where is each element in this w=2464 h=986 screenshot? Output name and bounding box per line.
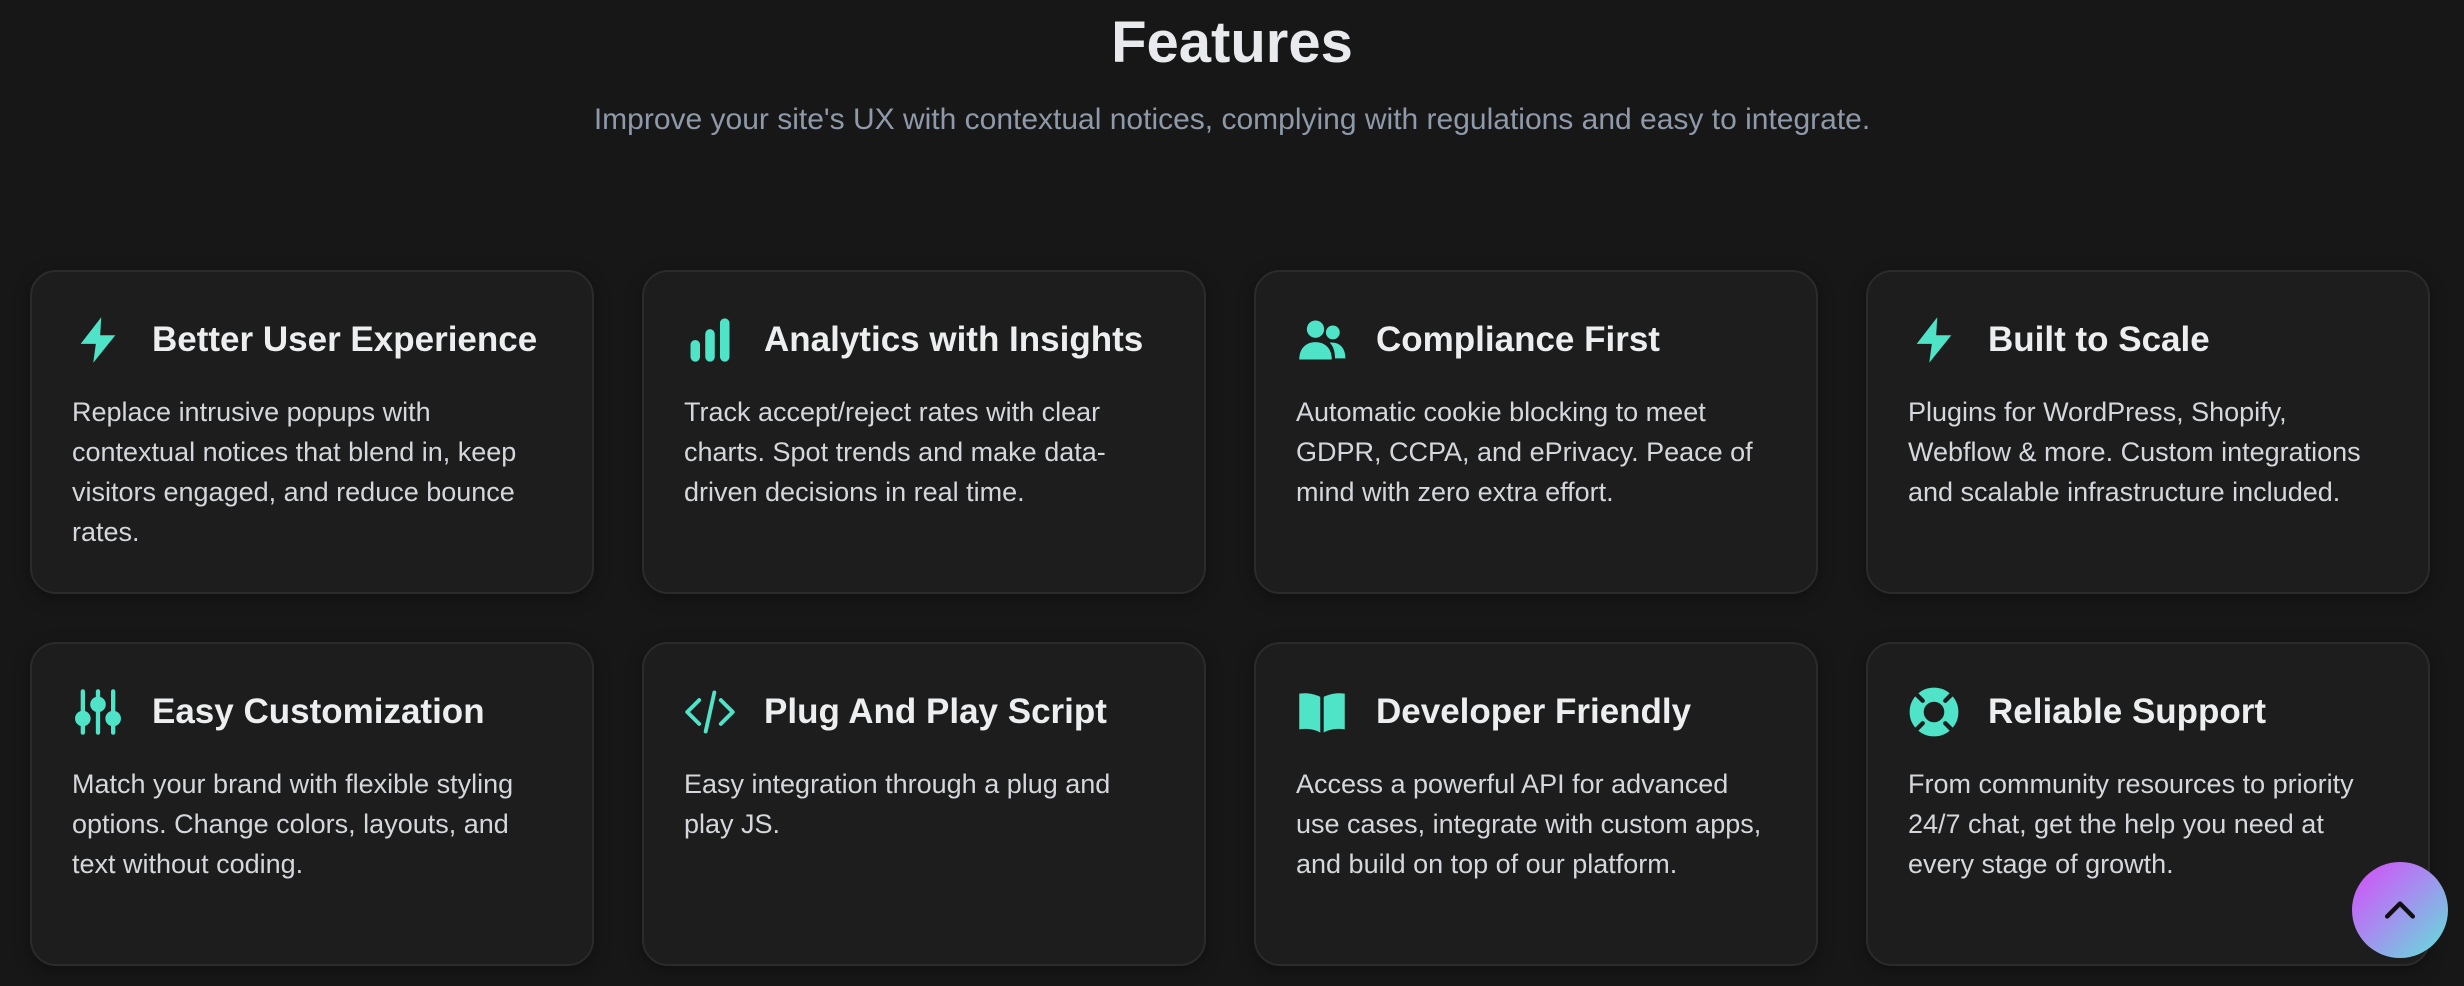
sliders-icon: [72, 686, 124, 738]
feature-description: Automatic cookie blocking to meet GDPR, …: [1296, 397, 1753, 507]
feature-description: Replace intrusive popups with contextual…: [72, 397, 517, 547]
chevron-up-icon: [2384, 901, 2416, 919]
scroll-to-top-button[interactable]: [2352, 862, 2448, 958]
feature-title: Plug And Play Script: [764, 692, 1107, 731]
feature-card-easy-customization: Easy Customization Match your brand with…: [30, 642, 594, 966]
feature-description: Match your brand with flexible styling o…: [72, 769, 514, 879]
lightning-icon: [1908, 314, 1960, 366]
feature-description: Easy integration through a plug and play…: [684, 769, 1111, 839]
feature-title: Built to Scale: [1988, 320, 2210, 359]
feature-card-reliable-support: Reliable Support From community resource…: [1866, 642, 2430, 966]
feature-card-analytics-with-insights: Analytics with Insights Track accept/rej…: [642, 270, 1206, 594]
feature-title: Analytics with Insights: [764, 320, 1144, 359]
lightning-icon: [72, 314, 124, 366]
bar-chart-icon: [684, 314, 736, 366]
feature-title: Easy Customization: [152, 692, 485, 731]
feature-description: Track accept/reject rates with clear cha…: [684, 397, 1106, 507]
lifebuoy-icon: [1908, 686, 1960, 738]
section-subtitle: Improve your site's UX with contextual n…: [593, 103, 1871, 136]
features-section: Features Improve your site's UX with con…: [0, 0, 2464, 986]
feature-card-developer-friendly: Developer Friendly Access a powerful API…: [1254, 642, 1818, 966]
feature-description: Plugins for WordPress, Shopify, Webflow …: [1908, 397, 2361, 507]
feature-card-built-to-scale: Built to Scale Plugins for WordPress, Sh…: [1866, 270, 2430, 594]
feature-description: From community resources to priority 24/…: [1908, 769, 2354, 879]
feature-card-compliance-first: Compliance First Automatic cookie blocki…: [1254, 270, 1818, 594]
section-title: Features: [1111, 10, 1353, 75]
code-icon: [684, 686, 736, 738]
feature-title: Developer Friendly: [1376, 692, 1692, 731]
feature-title: Compliance First: [1376, 320, 1660, 359]
feature-description: Access a powerful API for advanced use c…: [1296, 769, 1762, 879]
users-icon: [1296, 314, 1348, 366]
feature-title: Better User Experience: [152, 320, 538, 359]
feature-card-plug-and-play-script: Plug And Play Script Easy integration th…: [642, 642, 1206, 966]
feature-card-better-user-experience: Better User Experience Replace intrusive…: [30, 270, 594, 594]
book-open-icon: [1296, 686, 1348, 738]
feature-title: Reliable Support: [1988, 692, 2267, 731]
